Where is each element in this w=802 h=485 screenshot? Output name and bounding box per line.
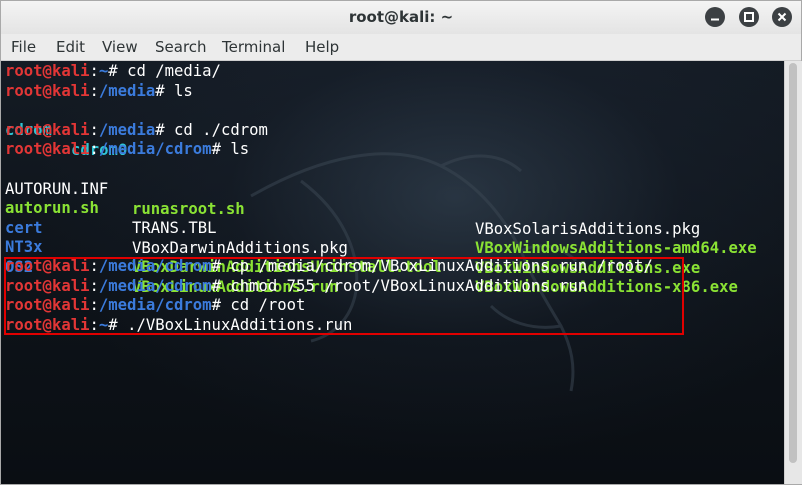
ls-output-row: cdrom cdrom0 bbox=[5, 100, 784, 159]
prompt-symbol: # bbox=[155, 81, 175, 100]
menu-search[interactable]: Search bbox=[155, 38, 207, 56]
vertical-scrollbar[interactable] bbox=[784, 61, 802, 484]
terminal-line: root@kali:~# cd /media/ bbox=[5, 61, 221, 81]
close-icon bbox=[777, 12, 787, 22]
prompt-path: /media/cdrom bbox=[98, 140, 212, 158]
command-text: cd ./cdrom bbox=[174, 120, 268, 139]
prompt-symbol: # bbox=[108, 62, 128, 80]
prompt-user: root@kali bbox=[5, 81, 90, 100]
prompt-user: root@kali bbox=[5, 120, 90, 139]
terminal-line: root@kali:/media# cd ./cdrom bbox=[5, 120, 268, 140]
menu-view[interactable]: View bbox=[102, 38, 138, 56]
window-title: root@kali: ~ bbox=[348, 8, 454, 26]
menu-edit[interactable]: Edit bbox=[56, 38, 85, 56]
ls-output-row: autorun.sh TRANS.TBL VBoxWindowsAddition… bbox=[5, 178, 784, 257]
maximize-icon bbox=[744, 12, 754, 22]
menu-file[interactable]: File bbox=[11, 38, 36, 56]
highlight-box bbox=[4, 257, 684, 335]
command-text: cd /media/ bbox=[127, 62, 221, 80]
terminal-line: root@kali:/media/cdrom# ls bbox=[5, 139, 249, 159]
prompt-separator: : bbox=[89, 140, 99, 158]
menu-help[interactable]: Help bbox=[305, 38, 339, 56]
ls-output-row: AUTORUN.INF runasroot.sh VBoxSolarisAddi… bbox=[5, 159, 784, 238]
prompt-separator: : bbox=[89, 81, 99, 100]
maximize-button[interactable] bbox=[739, 7, 759, 27]
command-text: ls bbox=[174, 81, 193, 100]
menu-bar: File Edit View Search Terminal Help bbox=[1, 34, 801, 61]
scrollbar-thumb[interactable] bbox=[789, 63, 797, 463]
menu-terminal[interactable]: Terminal bbox=[222, 38, 285, 56]
prompt-user: root@kali bbox=[5, 140, 90, 158]
ls-output-row: NT3x VBoxDarwinAdditionsUninstall.tool V… bbox=[5, 217, 784, 296]
minimize-icon bbox=[711, 18, 719, 21]
close-button[interactable] bbox=[772, 7, 792, 27]
prompt-symbol: # bbox=[155, 120, 175, 139]
ls-output-row: OS2 VBoxLinuxAdditions.run bbox=[5, 237, 784, 296]
terminal-line: root@kali:/media# ls bbox=[5, 81, 193, 101]
prompt-separator: : bbox=[89, 62, 99, 80]
prompt-path: /media bbox=[98, 120, 156, 139]
prompt-path: ~ bbox=[98, 62, 109, 80]
prompt-separator: : bbox=[89, 120, 99, 139]
prompt-symbol: # bbox=[211, 140, 231, 158]
terminal-window: root@kali: ~ File Edit View Search Termi… bbox=[0, 0, 802, 485]
prompt-user: root@kali bbox=[5, 62, 90, 80]
minimize-button[interactable] bbox=[705, 7, 725, 27]
command-text: ls bbox=[230, 140, 250, 158]
ls-output-row: cert VBoxDarwinAdditions.pkg VBoxWindows… bbox=[5, 198, 784, 277]
title-bar[interactable]: root@kali: ~ bbox=[1, 1, 801, 34]
prompt-path: /media bbox=[98, 81, 156, 100]
